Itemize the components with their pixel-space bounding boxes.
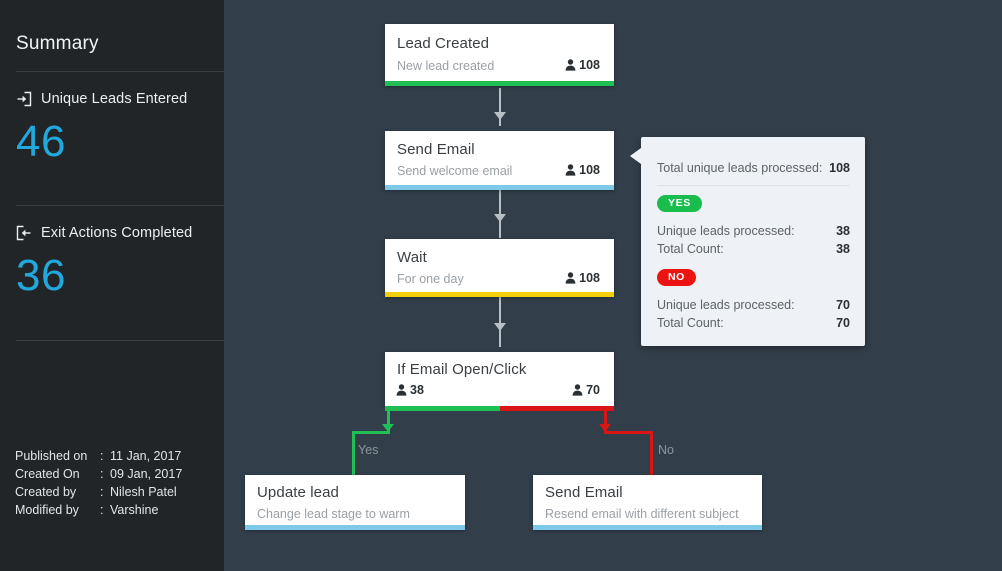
- metadata-separator: :: [100, 503, 104, 517]
- metadata-separator: :: [100, 449, 104, 463]
- flow-node-send-email-resend[interactable]: Send Email Resend email with different s…: [533, 475, 762, 530]
- metadata-separator: :: [100, 467, 104, 481]
- node-subtitle: Send welcome email: [397, 164, 513, 178]
- node-title: If Email Open/Click: [397, 361, 527, 378]
- popover-total-value: 108: [829, 161, 850, 175]
- workflow-summary-screen: Summary Unique Leads Entered 46 Exit Act…: [0, 0, 1002, 571]
- popover-stat-row: Total Count: 38: [657, 241, 850, 257]
- flow-node-send-email[interactable]: Send Email Send welcome email 108: [385, 131, 614, 190]
- node-lead-count-no: 70: [572, 383, 600, 397]
- popover-stat-label: Unique leads processed:: [657, 224, 795, 238]
- person-icon: [565, 164, 576, 176]
- metadata-row: Created On : 09 Jan, 2017: [15, 465, 182, 483]
- branch-label-no: No: [658, 443, 674, 457]
- metadata-key: Created by: [15, 485, 77, 499]
- exit-arrow-icon: [16, 225, 32, 241]
- popover-stat-label: Unique leads processed:: [657, 298, 795, 312]
- page-title: Summary: [16, 33, 99, 54]
- summary-sidebar: Summary Unique Leads Entered 46 Exit Act…: [0, 0, 224, 571]
- popover-stat-row: Total Count: 70: [657, 315, 850, 331]
- popover-stat-value: 70: [836, 316, 850, 330]
- metadata-value: 09 Jan, 2017: [110, 467, 183, 481]
- connector-line-yes: [352, 431, 390, 434]
- popover-group-yes: YES Unique leads processed: 38 Total Cou…: [657, 193, 850, 257]
- popover-stat-row: Unique leads processed: 38: [657, 223, 850, 239]
- connector-line: [499, 297, 501, 347]
- metadata-separator: :: [100, 485, 104, 499]
- node-lead-count: 108: [565, 271, 600, 285]
- node-accent-yes: [385, 406, 500, 411]
- node-subtitle: Resend email with different subject: [545, 507, 739, 521]
- status-badge-no: NO: [657, 269, 696, 286]
- connector-line: [499, 88, 501, 126]
- metric-value: 46: [16, 117, 66, 166]
- connector-arrow-icon: [494, 214, 506, 222]
- sidebar-divider: [16, 71, 224, 72]
- node-count-yes-value: 38: [410, 383, 424, 397]
- connector-line-yes: [352, 431, 355, 476]
- popover-divider: [657, 185, 850, 186]
- node-count-value: 108: [579, 58, 600, 72]
- node-count-value: 108: [579, 271, 600, 285]
- connector-line-no: [604, 431, 653, 434]
- popover-total-label: Total unique leads processed:: [657, 161, 823, 175]
- enter-arrow-icon: [16, 91, 32, 107]
- popover-arrow-icon: [630, 148, 641, 164]
- metadata-key: Created On: [15, 467, 80, 481]
- node-count-no-value: 70: [586, 383, 600, 397]
- node-title: Wait: [397, 249, 427, 266]
- lead-stats-popover: Total unique leads processed: 108 YES Un…: [630, 137, 865, 346]
- flow-node-update-lead[interactable]: Update lead Change lead stage to warm: [245, 475, 465, 530]
- metadata-row: Created by : Nilesh Patel: [15, 483, 182, 501]
- metadata-key: Modified by: [15, 503, 79, 517]
- node-count-value: 108: [579, 163, 600, 177]
- node-title: Update lead: [257, 484, 339, 501]
- metadata-key: Published on: [15, 449, 88, 463]
- branch-label-yes: Yes: [358, 443, 379, 457]
- person-icon: [396, 384, 407, 396]
- popover-group-no: NO Unique leads processed: 70 Total Coun…: [657, 267, 850, 331]
- node-title: Send Email: [397, 141, 475, 158]
- node-lead-count-yes: 38: [396, 383, 424, 397]
- metric-unique-leads-entered: Unique Leads Entered 46: [16, 90, 187, 167]
- metric-exit-actions-completed: Exit Actions Completed 36: [16, 224, 192, 301]
- sidebar-divider: [16, 340, 224, 341]
- popover-stat-value: 70: [836, 298, 850, 312]
- node-title: Lead Created: [397, 35, 490, 52]
- popover-total-row: Total unique leads processed: 108: [657, 161, 850, 175]
- popover-stat-row: Unique leads processed: 70: [657, 297, 850, 313]
- node-subtitle: Change lead stage to warm: [257, 507, 410, 521]
- metric-label: Unique Leads Entered: [41, 91, 188, 107]
- flow-node-if-email-open-click[interactable]: If Email Open/Click 38 70: [385, 352, 614, 411]
- popover-stat-value: 38: [836, 224, 850, 238]
- node-lead-count: 108: [565, 58, 600, 72]
- connector-arrow-icon: [494, 112, 506, 120]
- node-subtitle: For one day: [397, 272, 464, 286]
- workflow-canvas: Yes No Lead Created New lead created 108…: [224, 0, 1002, 571]
- person-icon: [572, 384, 583, 396]
- status-badge-yes: YES: [657, 195, 702, 212]
- flow-node-wait[interactable]: Wait For one day 108: [385, 239, 614, 297]
- popover-stat-label: Total Count:: [657, 242, 724, 256]
- popover-stat-label: Total Count:: [657, 316, 724, 330]
- person-icon: [565, 59, 576, 71]
- popover-stat-value: 38: [836, 242, 850, 256]
- metadata-value: 11 Jan, 2017: [110, 449, 182, 463]
- metadata-row: Published on : 11 Jan, 2017: [15, 447, 182, 465]
- person-icon: [565, 272, 576, 284]
- metadata-row: Modified by : Varshine: [15, 501, 182, 519]
- metric-value: 36: [16, 251, 66, 300]
- workflow-metadata: Published on : 11 Jan, 2017 Created On :…: [15, 447, 182, 519]
- node-title: Send Email: [545, 484, 623, 501]
- node-subtitle: New lead created: [397, 59, 495, 73]
- connector-line-no: [650, 431, 653, 476]
- sidebar-divider: [16, 205, 224, 206]
- connector-arrow-icon: [494, 323, 506, 331]
- node-accent-no: [500, 406, 614, 411]
- node-lead-count: 108: [565, 163, 600, 177]
- metadata-value: Varshine: [110, 503, 159, 517]
- flow-node-lead-created[interactable]: Lead Created New lead created 108: [385, 24, 614, 86]
- metadata-value: Nilesh Patel: [110, 485, 177, 499]
- metric-label: Exit Actions Completed: [41, 225, 193, 241]
